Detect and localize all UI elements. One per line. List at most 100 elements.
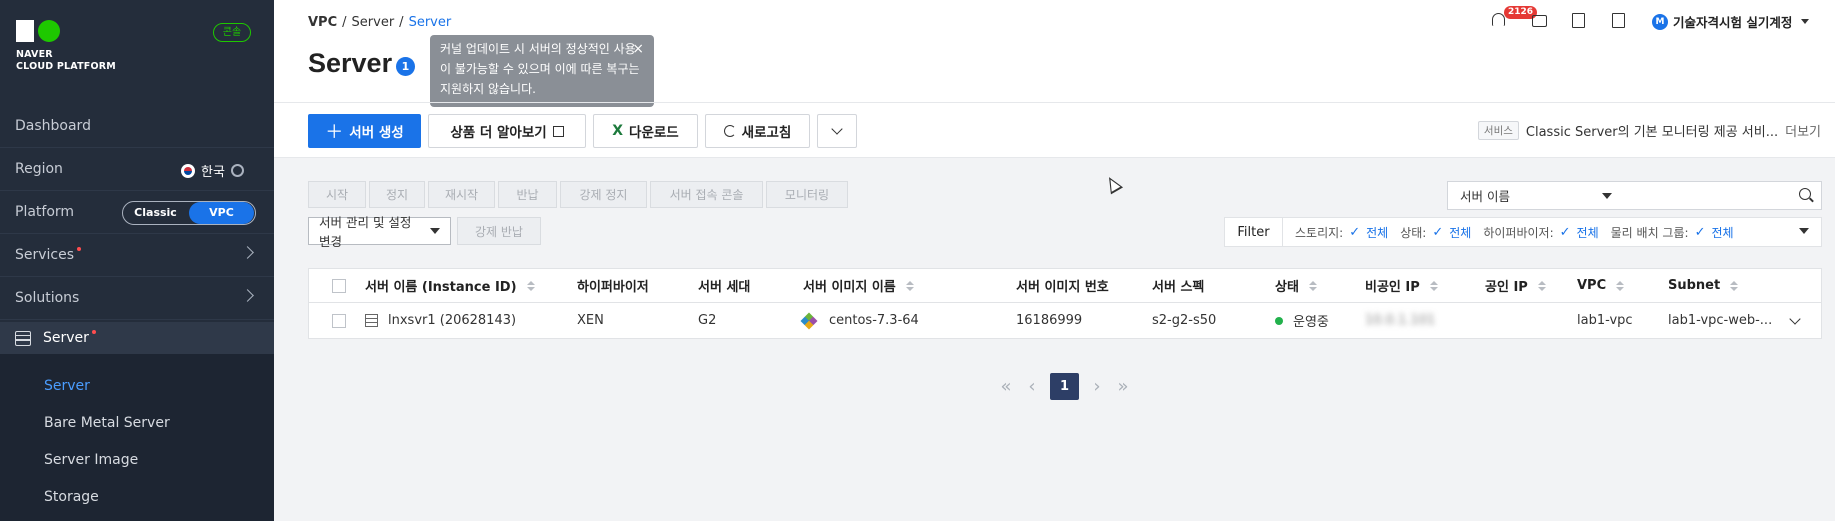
- sort-icon: [1308, 280, 1317, 291]
- column-label: VPC: [1577, 278, 1607, 293]
- naver-cloud-logo[interactable]: NAVER CLOUD PLATFORM: [16, 20, 116, 73]
- submenu-item-bare-metal-server[interactable]: Bare Metal Server: [44, 415, 170, 431]
- notes-icon[interactable]: [1572, 13, 1585, 28]
- filter-name: 스토리지:: [1295, 225, 1344, 240]
- table-header: 서버 이름 (Instance ID) 하이퍼바이저 서버 세대 서버 이미지 …: [309, 269, 1821, 303]
- submenu-item-storage[interactable]: Storage: [44, 489, 99, 505]
- platform-label: Platform: [15, 204, 75, 220]
- more-link[interactable]: 더보기: [1785, 121, 1821, 140]
- platform-option-classic[interactable]: Classic: [123, 202, 188, 224]
- cell-status: 운영중: [1275, 303, 1329, 338]
- column-label: 서버 이미지 이름: [803, 280, 896, 295]
- restart-button[interactable]: 재시작: [428, 181, 495, 208]
- support-icon[interactable]: [1532, 15, 1547, 27]
- col-server-name[interactable]: 서버 이름 (Instance ID): [365, 269, 535, 302]
- sidebar-item-services[interactable]: Services: [0, 234, 274, 277]
- breadcrumb-current: Server: [408, 15, 452, 30]
- col-private-ip[interactable]: 비공인 IP: [1365, 269, 1438, 302]
- monitoring-button[interactable]: 모니터링: [766, 181, 848, 208]
- filter-name: 하이퍼바이저:: [1483, 225, 1554, 240]
- service-notice-text[interactable]: Classic Server의 기본 모니터링 제공 서비...: [1526, 121, 1778, 140]
- download-button[interactable]: X 다운로드: [593, 114, 698, 148]
- sidebar-item-solutions[interactable]: Solutions: [0, 277, 274, 320]
- pagination: « ‹ 1 › »: [998, 373, 1131, 400]
- filter-bar: Filter 스토리지: ✓ 전체 상태: ✓ 전체 하이퍼바이저: ✓ 전체 …: [1224, 217, 1822, 247]
- filter-value: 전체: [1449, 225, 1472, 240]
- filter-hypervisor[interactable]: 하이퍼바이저: ✓ 전체: [1483, 224, 1598, 241]
- row-checkbox[interactable]: [332, 313, 346, 328]
- server-action-bar: 시작 정지 재시작 반납 강제 정지 서버 접속 콘솔 모니터링: [308, 181, 848, 208]
- filter-status[interactable]: 상태: ✓ 전체: [1400, 224, 1471, 241]
- select-all-checkbox[interactable]: [332, 278, 346, 293]
- create-server-button[interactable]: ＋ 서버 생성: [308, 114, 421, 148]
- new-indicator-icon: [77, 247, 82, 251]
- server-management-label: 서버 관리 및 설정 변경: [319, 215, 412, 249]
- column-label: 하이퍼바이저: [577, 280, 649, 295]
- force-return-button[interactable]: 강제 반납: [457, 217, 541, 245]
- region-selector[interactable]: 한국: [181, 161, 244, 180]
- filter-placement-group[interactable]: 물리 배치 그룹: ✓ 전체: [1611, 224, 1734, 241]
- server-management-select[interactable]: 서버 관리 및 설정 변경: [308, 215, 451, 249]
- bell-icon[interactable]: [1492, 13, 1505, 26]
- search-icon[interactable]: [1799, 188, 1811, 200]
- platform-toggle[interactable]: Classic VPC: [122, 201, 256, 225]
- col-public-ip[interactable]: 공인 IP: [1485, 269, 1546, 302]
- centos-icon: [800, 312, 818, 329]
- sidebar-item-dashboard[interactable]: Dashboard: [0, 105, 274, 148]
- column-label: 서버 이미지 번호: [1016, 280, 1109, 295]
- search-input[interactable]: [1624, 181, 1822, 210]
- management-row: 서버 관리 및 설정 변경 강제 반납: [308, 215, 541, 249]
- col-subnet[interactable]: Subnet: [1668, 269, 1739, 302]
- breadcrumb-vpc[interactable]: VPC: [308, 15, 337, 30]
- console-badge[interactable]: 콘솔: [213, 23, 251, 42]
- chevron-down-icon[interactable]: [1789, 313, 1801, 325]
- logo-mark-icon: [16, 20, 116, 42]
- col-status[interactable]: 상태: [1275, 269, 1317, 302]
- sidebar-item-server[interactable]: Server: [0, 322, 274, 354]
- filter-storage[interactable]: 스토리지: ✓ 전체: [1295, 224, 1388, 241]
- cell-private-ip: 10.0.1.101: [1365, 313, 1436, 328]
- breadcrumb-server[interactable]: Server: [352, 15, 395, 30]
- sidebar-item-label: Server: [43, 330, 89, 346]
- column-label: 서버 세대: [698, 280, 751, 295]
- filter-value: 전체: [1366, 225, 1389, 240]
- stop-button[interactable]: 정지: [369, 181, 425, 208]
- caret-down-icon: [1602, 192, 1612, 199]
- server-table: 서버 이름 (Instance ID) 하이퍼바이저 서버 세대 서버 이미지 …: [308, 268, 1822, 339]
- user-menu[interactable]: M 기술자격시험 실기계정: [1652, 12, 1810, 31]
- search-field-select[interactable]: 서버 이름: [1447, 181, 1625, 210]
- filter-expand-icon[interactable]: [1799, 228, 1809, 234]
- col-image-name[interactable]: 서버 이미지 이름: [803, 269, 914, 302]
- col-spec: 서버 스펙: [1152, 269, 1204, 302]
- page-current[interactable]: 1: [1050, 373, 1079, 400]
- next-page-icon[interactable]: ›: [1089, 376, 1105, 397]
- submenu-item-server-image[interactable]: Server Image: [44, 452, 138, 468]
- more-actions-button[interactable]: [817, 114, 857, 148]
- book-icon[interactable]: [1612, 13, 1625, 28]
- status-text: 운영중: [1293, 315, 1329, 330]
- check-icon: ✓: [1559, 224, 1571, 240]
- start-button[interactable]: 시작: [308, 181, 366, 208]
- korea-flag-icon: [181, 163, 195, 178]
- gear-icon[interactable]: [230, 164, 244, 177]
- excel-icon: X: [612, 123, 624, 139]
- server-console-button[interactable]: 서버 접속 콘솔: [650, 181, 763, 208]
- first-page-icon[interactable]: «: [998, 376, 1014, 397]
- col-vpc[interactable]: VPC: [1577, 269, 1625, 302]
- prev-page-icon[interactable]: ‹: [1024, 376, 1040, 397]
- return-button[interactable]: 반납: [498, 181, 557, 208]
- table-row[interactable]: lnxsvr1 (20628143) XEN G2 centos-7.3-64 …: [309, 303, 1821, 338]
- header-divider: [274, 102, 1835, 103]
- filter-name: 물리 배치 그룹:: [1610, 225, 1689, 240]
- filter-label[interactable]: Filter: [1225, 218, 1283, 246]
- chevron-right-icon: [241, 289, 254, 302]
- server-icon: [365, 314, 378, 327]
- server-icon: [15, 330, 31, 346]
- last-page-icon[interactable]: »: [1115, 376, 1131, 397]
- force-stop-button[interactable]: 강제 정지: [560, 181, 647, 208]
- close-icon[interactable]: ×: [632, 39, 644, 59]
- learn-more-button[interactable]: 상품 더 알아보기: [428, 114, 586, 148]
- submenu-item-server[interactable]: Server: [44, 378, 90, 394]
- refresh-button[interactable]: 새로고침: [705, 114, 810, 148]
- platform-option-vpc[interactable]: VPC: [189, 202, 254, 224]
